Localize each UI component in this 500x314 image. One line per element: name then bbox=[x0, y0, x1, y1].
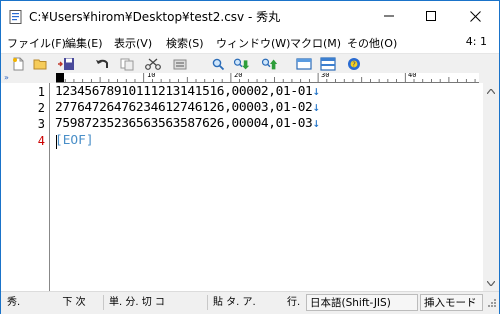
new-file-icon bbox=[13, 57, 24, 70]
find-up-icon bbox=[261, 58, 278, 69]
menu-edit[interactable]: 編集(E) bbox=[65, 35, 103, 51]
cursor-position: 4: 1 bbox=[465, 35, 487, 48]
line-number-gutter: 1 2 3 4 bbox=[1, 83, 49, 291]
save-icon bbox=[58, 57, 74, 70]
text-line[interactable]: 75987235236563563587626,00004,01-03↓ bbox=[55, 117, 320, 131]
menu-bar: ファイル(F) 編集(E) 表示(V) 検索(S) ウィンドウ(W) マクロ(M… bbox=[1, 32, 499, 53]
ruler-label-0: 0 bbox=[58, 73, 63, 79]
menu-search[interactable]: 検索(S) bbox=[166, 35, 204, 51]
save-button[interactable] bbox=[57, 55, 75, 72]
split-window-button[interactable] bbox=[319, 55, 337, 72]
paste-icon bbox=[173, 59, 187, 69]
insert-mode-indicator[interactable]: 挿入モード bbox=[420, 294, 483, 311]
cut-button[interactable] bbox=[144, 55, 162, 72]
window-title: C:¥Users¥hirom¥Desktop¥test2.csv - 秀丸 bbox=[29, 10, 281, 24]
function-key-line[interactable]: 行. bbox=[287, 294, 305, 311]
text-line[interactable]: 27764726476234612746126,00003,01-02↓ bbox=[55, 101, 320, 115]
line-break-mark: ↓ bbox=[312, 100, 320, 115]
line-text: 27764726476234612746126,00003,01-02 bbox=[55, 100, 313, 115]
undo-button[interactable] bbox=[93, 55, 111, 72]
scroll-down-button[interactable] bbox=[483, 275, 499, 291]
function-key-hidemaru[interactable]: 秀. bbox=[7, 294, 45, 311]
text-line[interactable]: 12345678910111213141516,00002,01-01↓ bbox=[55, 85, 320, 99]
scroll-up-button[interactable] bbox=[483, 83, 499, 99]
ruler[interactable]: 0 10 20 30 40 bbox=[56, 73, 479, 83]
resize-grip-icon[interactable] bbox=[485, 298, 497, 310]
find-next-button[interactable] bbox=[233, 55, 251, 72]
function-key-edit-group[interactable]: 単. 分. 切 コ bbox=[109, 294, 205, 311]
ruler-toggle-icon[interactable]: » bbox=[4, 73, 9, 83]
line-text: 12345678910111213141516,00002,01-01 bbox=[55, 84, 313, 99]
encoding-indicator[interactable]: 日本語(Shift-JIS) bbox=[306, 294, 418, 311]
hidemaru-app-icon[interactable] bbox=[9, 9, 23, 24]
function-key-paste-group[interactable]: 貼 タ. ア. bbox=[213, 294, 285, 311]
help-icon: ? bbox=[348, 57, 360, 70]
title-bar[interactable]: C:¥Users¥hirom¥Desktop¥test2.csv - 秀丸 bbox=[1, 1, 499, 31]
undo-icon bbox=[95, 59, 108, 68]
window-icon bbox=[296, 57, 312, 70]
function-key-separator bbox=[207, 295, 208, 310]
split-window-icon bbox=[320, 56, 336, 71]
close-icon bbox=[469, 10, 481, 22]
find-down-icon bbox=[233, 58, 250, 69]
svg-text:?: ? bbox=[352, 60, 356, 68]
maximize-button[interactable] bbox=[413, 1, 449, 31]
vertical-scrollbar[interactable] bbox=[483, 83, 499, 291]
find-button[interactable] bbox=[209, 55, 227, 72]
line-number: 3 bbox=[37, 117, 45, 131]
chevron-down-icon bbox=[487, 280, 495, 286]
gutter-divider bbox=[49, 83, 50, 291]
current-line-number: 4 bbox=[37, 134, 45, 148]
ruler-label-20: 20 bbox=[234, 73, 243, 79]
copy-icon bbox=[120, 58, 133, 70]
open-folder-icon bbox=[33, 59, 46, 69]
line-break-mark: ↓ bbox=[312, 84, 320, 99]
text-editor[interactable]: 1 2 3 4 12345678910111213141516,00002,01… bbox=[1, 83, 483, 291]
window-list-button[interactable] bbox=[295, 55, 313, 72]
menu-window[interactable]: ウィンドウ(W) bbox=[216, 35, 290, 51]
minimize-icon bbox=[384, 15, 394, 17]
close-button[interactable] bbox=[457, 1, 493, 31]
line-break-mark: ↓ bbox=[312, 116, 320, 131]
function-key-find-next[interactable]: 下 次 bbox=[51, 294, 97, 311]
ruler-label-40: 40 bbox=[408, 73, 417, 79]
menu-view[interactable]: 表示(V) bbox=[114, 35, 152, 51]
help-button[interactable]: ? bbox=[345, 55, 363, 72]
copy-button[interactable] bbox=[118, 55, 136, 72]
maximize-icon bbox=[426, 11, 436, 21]
toolbar: ? bbox=[1, 53, 499, 73]
paste-button[interactable] bbox=[171, 55, 189, 72]
function-key-separator bbox=[103, 295, 104, 310]
line-text: 75987235236563563587626,00004,01-03 bbox=[55, 116, 313, 131]
open-file-button[interactable] bbox=[31, 55, 49, 72]
find-prev-button[interactable] bbox=[261, 55, 279, 72]
eof-marker: [EOF] bbox=[55, 133, 94, 148]
chevron-up-icon bbox=[487, 88, 495, 94]
minimize-button[interactable] bbox=[371, 1, 407, 31]
cut-icon bbox=[145, 58, 161, 70]
find-icon bbox=[212, 58, 225, 70]
line-number: 2 bbox=[37, 101, 45, 115]
ruler-area: » 0 10 20 30 40 bbox=[1, 73, 499, 83]
new-file-button[interactable] bbox=[9, 55, 27, 72]
ruler-label-10: 10 bbox=[147, 73, 156, 79]
function-key-bar: 秀. 下 次 単. 分. 切 コ 貼 タ. ア. 行. 日本語(Shift-JI… bbox=[1, 291, 499, 314]
menu-other[interactable]: その他(O) bbox=[347, 35, 397, 51]
ruler-label-30: 30 bbox=[321, 73, 330, 79]
menu-macro[interactable]: マクロ(M) bbox=[290, 35, 341, 51]
menu-file[interactable]: ファイル(F) bbox=[7, 35, 66, 51]
line-number: 1 bbox=[37, 85, 45, 99]
editor-window: C:¥Users¥hirom¥Desktop¥test2.csv - 秀丸 ファ… bbox=[0, 0, 500, 314]
